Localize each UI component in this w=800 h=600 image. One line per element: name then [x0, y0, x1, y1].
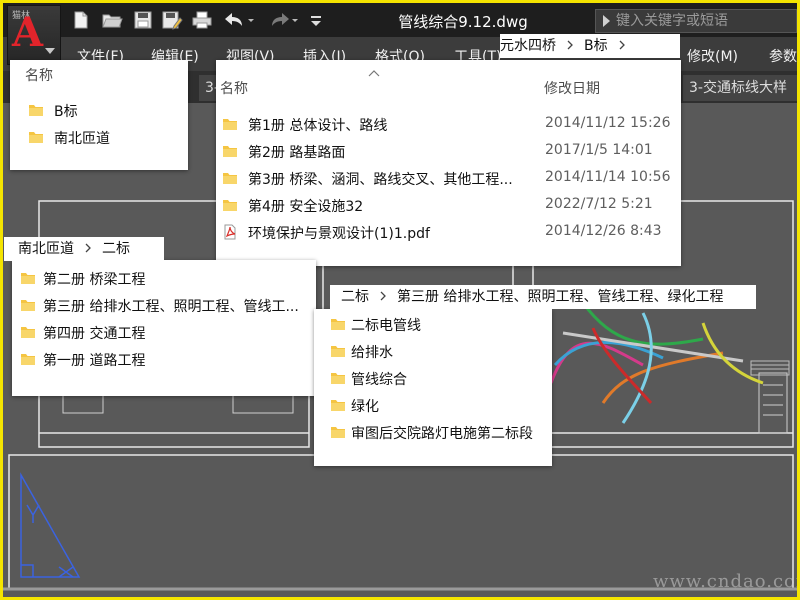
column-header-name[interactable]: 名称: [220, 78, 248, 98]
pdf-file-icon: [224, 224, 236, 240]
folder-icon: [21, 354, 35, 365]
date-modified: 2014/11/12 15:26: [545, 115, 671, 131]
menu-parametric[interactable]: 参数: [769, 46, 797, 66]
folder-name: 第三册 给排水工程、照明工程、管线工...: [43, 299, 299, 315]
folder-name: 二标电管线: [351, 318, 421, 334]
breadcrumb-center: 二标 第三册 给排水工程、照明工程、管线工程、绿化工程: [330, 285, 756, 309]
breadcrumb-mid-left: 南北匝道 二标: [4, 237, 164, 261]
title-bar: 管线综合9.12.dwg: [3, 3, 797, 37]
file-name: 第3册 桥梁、涵洞、路线交叉、其他工程...: [248, 172, 513, 188]
folder-row[interactable]: B标: [28, 98, 178, 124]
folder-row[interactable]: 第三册 给排水工程、照明工程、管线工...: [20, 293, 312, 319]
folder-name: 绿化: [351, 399, 379, 415]
breadcrumb-item[interactable]: 二标: [341, 289, 369, 305]
folder-name: 审图后交院路灯电施第二标段: [351, 426, 533, 442]
folder-row[interactable]: 第4册 安全设施32 2022/7/12 5:21: [222, 193, 677, 219]
folder-row[interactable]: 审图后交院路灯电施第二标段: [330, 420, 550, 446]
folder-row[interactable]: 第1册 总体设计、路线 2014/11/12 15:26: [222, 112, 677, 138]
folder-icon: [29, 132, 43, 143]
date-modified: 2014/11/14 10:56: [545, 169, 671, 185]
folder-name: B标: [54, 104, 78, 120]
document-title: 管线综合9.12.dwg: [398, 13, 528, 31]
folder-row[interactable]: 二标电管线: [330, 312, 550, 338]
search-input[interactable]: [616, 10, 796, 32]
watermark: www.cndao.com: [653, 571, 797, 592]
folder-icon: [223, 119, 237, 130]
folder-row[interactable]: 第3册 桥梁、涵洞、路线交叉、其他工程... 2014/11/14 10:56: [222, 166, 677, 192]
folder-icon: [223, 146, 237, 157]
folder-icon: [331, 346, 345, 357]
folder-row[interactable]: 绿化: [330, 393, 550, 419]
open-folder-icon[interactable]: [101, 10, 123, 32]
logo-dropdown-icon: [45, 48, 55, 54]
column-header-date-modified[interactable]: 修改日期: [544, 78, 600, 98]
folder-icon: [29, 105, 43, 116]
search-expand-icon[interactable]: [600, 14, 612, 28]
breadcrumb-item[interactable]: 第三册 给排水工程、照明工程、管线工程、绿化工程: [397, 289, 723, 305]
folder-row[interactable]: 第二册 桥梁工程: [20, 266, 312, 292]
folder-name: 管线综合: [351, 372, 407, 388]
file-name: 环境保护与景观设计(1)1.pdf: [248, 226, 430, 242]
save-as-icon[interactable]: [161, 10, 183, 32]
folder-row[interactable]: 南北匝道: [28, 125, 178, 151]
breadcrumb-item[interactable]: 二标: [102, 241, 130, 257]
print-icon[interactable]: [191, 10, 213, 32]
redo-icon[interactable]: [267, 10, 301, 32]
folder-icon: [21, 273, 35, 284]
customize-toolbar-icon[interactable]: [309, 10, 323, 32]
file-name: 第1册 总体设计、路线: [248, 118, 388, 134]
folder-icon: [21, 327, 35, 338]
file-tab-traffic-marking[interactable]: 3-交通标线大样: [683, 75, 797, 101]
breadcrumb-item[interactable]: B标: [584, 38, 608, 54]
folder-name: 南北匝道: [54, 131, 110, 147]
folder-icon: [223, 173, 237, 184]
ucs-icon: [20, 472, 81, 578]
explorer-panel-top-left: 名称 B标 南北匝道: [10, 60, 188, 170]
file-row[interactable]: 环境保护与景观设计(1)1.pdf 2014/12/26 8:43: [222, 220, 677, 246]
folder-icon: [223, 200, 237, 211]
folder-name: 第一册 道路工程: [43, 353, 146, 369]
folder-icon: [331, 319, 345, 330]
save-icon[interactable]: [133, 10, 153, 32]
folder-name: 给排水: [351, 345, 393, 361]
chevron-right-icon: [85, 243, 91, 253]
menu-modify[interactable]: 修改(M): [687, 46, 738, 66]
explorer-panel-main: 名称 修改日期 第1册 总体设计、路线 2014/11/12 15:26 第2册…: [216, 60, 681, 266]
breadcrumb-item[interactable]: 元水四桥: [500, 38, 556, 54]
chevron-right-icon: [619, 40, 625, 50]
folder-row[interactable]: 管线综合: [330, 366, 550, 392]
explorer-panel-mid-left: 第二册 桥梁工程 第三册 给排水工程、照明工程、管线工... 第四册 交通工程 …: [12, 260, 316, 396]
breadcrumb-item[interactable]: 南北匝道: [18, 241, 74, 257]
column-header-name[interactable]: 名称: [25, 65, 53, 85]
folder-row[interactable]: 第2册 路基路面 2017/1/5 14:01: [222, 139, 677, 165]
date-modified: 2014/12/26 8:43: [545, 223, 662, 239]
folder-row[interactable]: 第四册 交通工程: [20, 320, 312, 346]
chevron-right-icon: [380, 291, 386, 301]
file-name: 第2册 路基路面: [248, 145, 346, 161]
folder-icon: [331, 400, 345, 411]
sort-ascending-icon: [368, 70, 380, 77]
breadcrumb-main: 元水四桥 B标: [500, 34, 680, 58]
folder-row[interactable]: 给排水: [330, 339, 550, 365]
folder-icon: [21, 300, 35, 311]
date-modified: 2017/1/5 14:01: [545, 142, 653, 158]
folder-icon: [331, 373, 345, 384]
date-modified: 2022/7/12 5:21: [545, 196, 653, 212]
folder-icon: [331, 427, 345, 438]
chevron-right-icon: [567, 40, 573, 50]
explorer-panel-center: 二标电管线 给排水 管线综合 绿化 审图后交院路灯电施第二标段: [314, 309, 552, 466]
file-name: 第4册 安全设施32: [248, 199, 364, 215]
undo-icon[interactable]: [221, 10, 255, 32]
folder-name: 第四册 交通工程: [43, 326, 146, 342]
search-box[interactable]: [595, 9, 797, 33]
folder-name: 第二册 桥梁工程: [43, 272, 146, 288]
folder-row[interactable]: 第一册 道路工程: [20, 347, 312, 373]
application-menu-button[interactable]: 猫林 A: [7, 5, 61, 65]
new-file-icon[interactable]: [71, 10, 91, 32]
